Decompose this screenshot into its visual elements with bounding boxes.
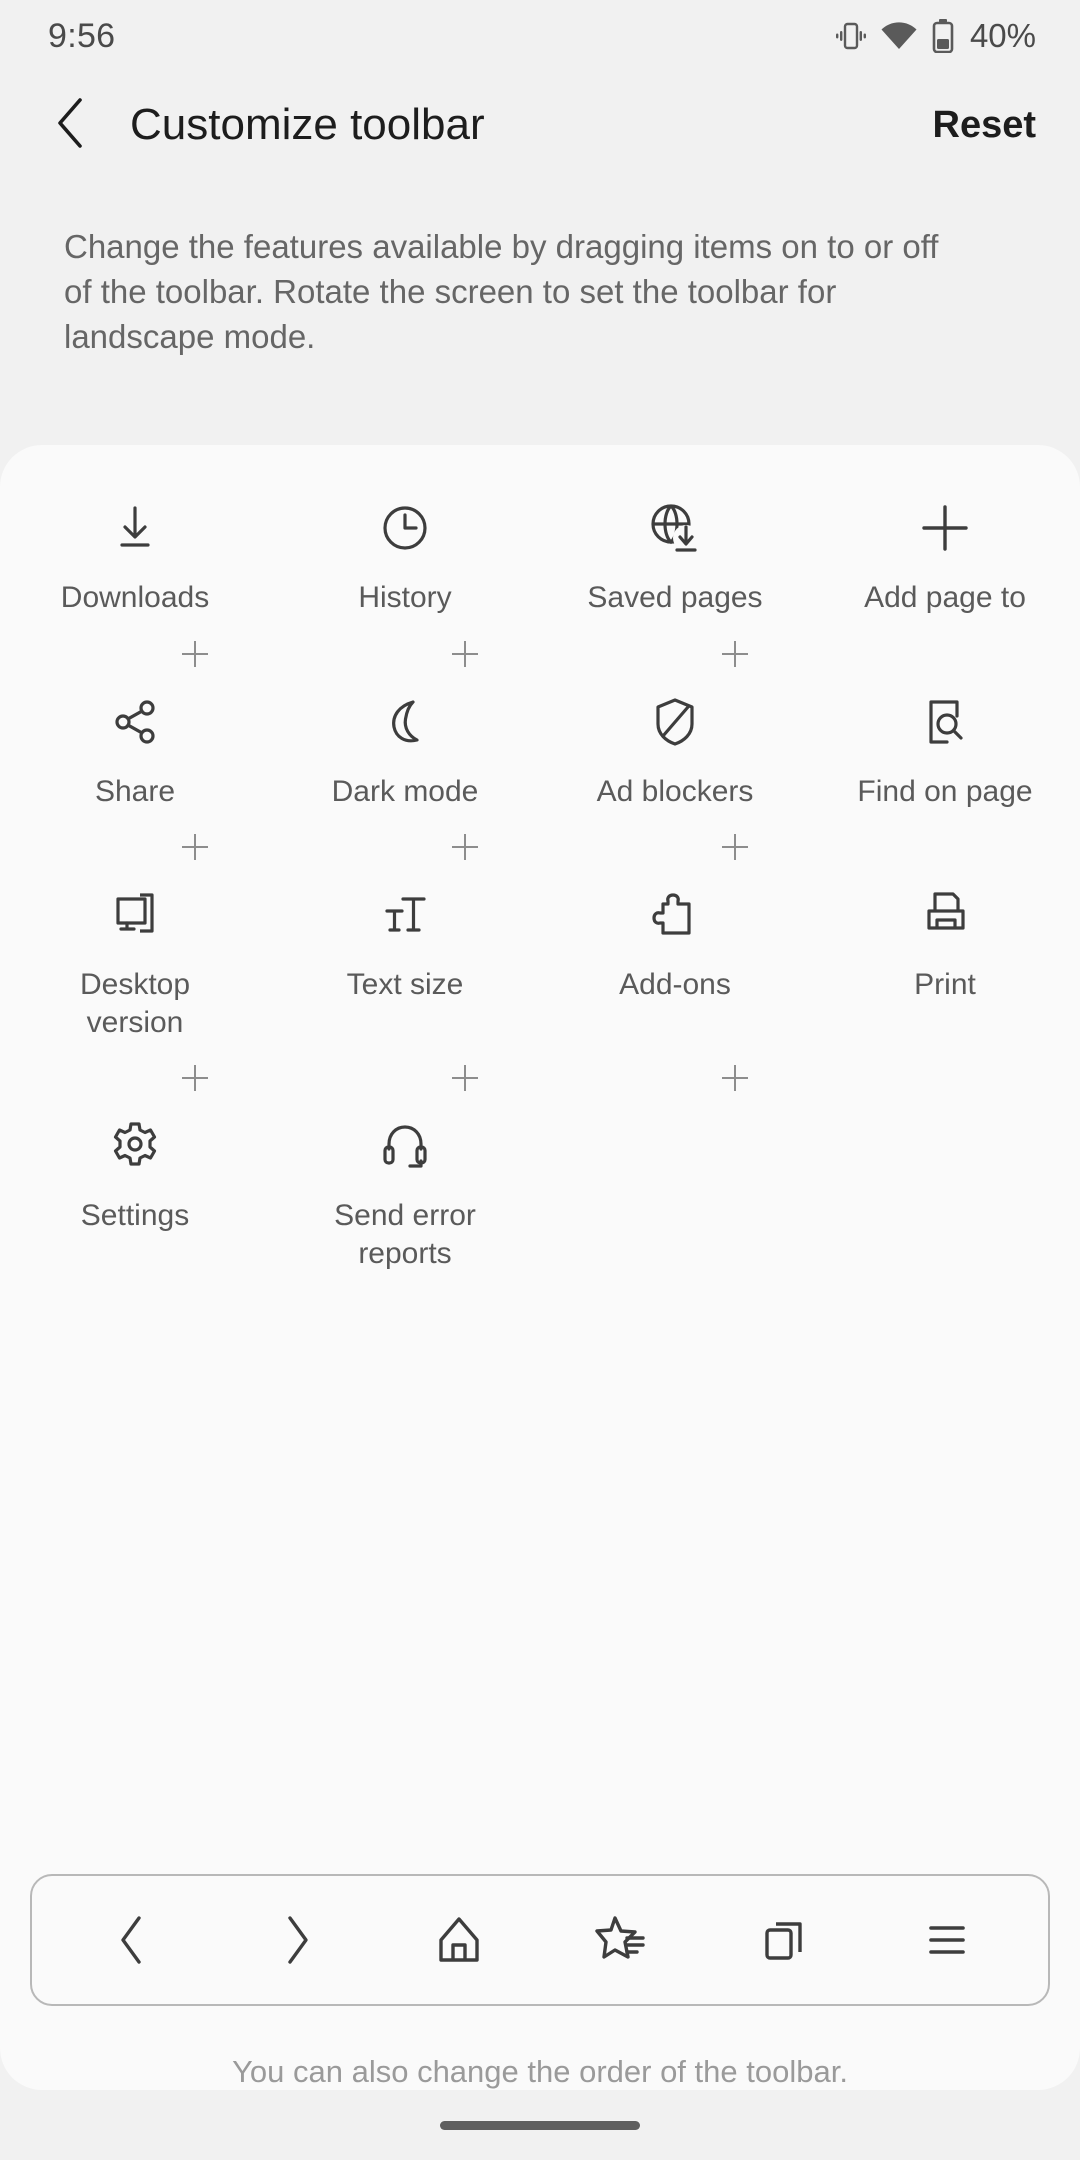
back-button[interactable]: [36, 89, 108, 161]
feature-item-dark-mode[interactable]: Dark mode: [270, 691, 540, 811]
feature-label: Share: [94, 774, 176, 808]
feature-item-history[interactable]: History: [270, 497, 540, 617]
feature-item-settings[interactable]: Settings: [0, 1115, 270, 1235]
feature-label: Downloads: [60, 581, 210, 614]
gear-icon: [107, 1115, 163, 1177]
download-icon: [107, 497, 163, 559]
hamburger-menu-icon: [921, 1912, 973, 1968]
toolbar-item-forward[interactable]: [236, 1885, 356, 1995]
toolbar-item-home[interactable]: [399, 1885, 519, 1995]
feature-item-ad-blockers[interactable]: Ad blockers: [540, 691, 810, 811]
tabs-icon: [758, 1912, 810, 1968]
feature-label: Desktop version: [79, 968, 191, 1039]
feature-row: Desktop version Text size Add-ons Print: [0, 884, 1080, 1041]
home-gesture-pill[interactable]: [440, 2120, 640, 2130]
feature-label: Find on page: [857, 774, 1033, 808]
feature-grid: Downloads History Saved pages Add page t…: [0, 445, 1080, 1272]
feature-item-add-page-to[interactable]: Add page to: [810, 497, 1080, 617]
toolbar-preview-section: You can also change the order of the too…: [0, 1874, 1080, 2090]
feature-label: Saved pages: [587, 581, 763, 614]
page-search-icon: [917, 691, 973, 753]
toolbar-item-menu[interactable]: [887, 1885, 1007, 1995]
drop-target-row: [0, 617, 1080, 691]
feature-label: Dark mode: [331, 774, 479, 808]
chevron-right-icon: [274, 1912, 318, 1968]
plus-icon: [917, 497, 973, 559]
battery-percent: 40%: [969, 17, 1036, 54]
feature-row: Settings Send error reports: [0, 1115, 1080, 1272]
app-bar: Customize toolbar Reset: [0, 72, 1080, 178]
drop-target[interactable]: [270, 834, 540, 860]
plus-marker-icon: [182, 640, 208, 667]
description-text: Change the features available by draggin…: [64, 228, 939, 356]
chevron-left-icon: [111, 1912, 155, 1968]
printer-icon: [917, 884, 973, 946]
drop-target[interactable]: [0, 834, 270, 860]
globe-download-icon: [646, 497, 704, 559]
feature-item-find-on-page[interactable]: Find on page: [810, 691, 1080, 811]
toolbar-item-tabs[interactable]: [724, 1885, 844, 1995]
plus-marker-icon: [452, 640, 478, 667]
status-bar: 9:56 40%: [0, 0, 1080, 72]
feature-label: Add page to: [864, 581, 1026, 614]
drop-target[interactable]: [540, 640, 810, 667]
footer-note: You can also change the order of the too…: [232, 2054, 848, 2089]
drop-target[interactable]: [540, 834, 810, 860]
plus-marker-icon: [182, 834, 208, 860]
page-title: Customize toolbar: [130, 100, 485, 149]
feature-item-saved-pages[interactable]: Saved pages: [540, 497, 810, 617]
drop-target[interactable]: [0, 1065, 270, 1091]
battery-icon: [932, 19, 954, 53]
feature-label: Ad blockers: [596, 774, 754, 808]
vibrate-icon: [835, 19, 866, 53]
plus-marker-icon: [722, 1065, 748, 1091]
bookmark-star-icon: [593, 1912, 649, 1968]
headset-icon: [377, 1115, 433, 1177]
drop-target[interactable]: [0, 640, 270, 667]
wifi-icon: [880, 21, 918, 51]
text-size-icon: [377, 884, 433, 946]
puzzle-icon: [647, 884, 703, 946]
clock-icon: [377, 497, 433, 559]
feature-item-downloads[interactable]: Downloads: [0, 497, 270, 617]
share-icon: [107, 691, 163, 753]
plus-marker-icon: [182, 1065, 208, 1091]
feature-label: Add-ons: [619, 968, 731, 1001]
drop-target[interactable]: [270, 1065, 540, 1091]
drop-target[interactable]: [540, 1065, 810, 1091]
drop-target[interactable]: [270, 640, 540, 667]
feature-item-share[interactable]: Share: [0, 691, 270, 811]
plus-marker-icon: [452, 834, 478, 860]
reset-button[interactable]: Reset: [929, 94, 1041, 157]
feature-label: Print: [914, 968, 976, 1001]
drop-target-row: [0, 810, 1080, 884]
plus-marker-icon: [722, 834, 748, 860]
feature-label: Send error reports: [334, 1199, 476, 1270]
feature-item-add-ons[interactable]: Add-ons: [540, 884, 810, 1004]
status-indicators: 40%: [835, 17, 1036, 55]
feature-item-print[interactable]: Print: [810, 884, 1080, 1004]
desktop-icon: [107, 884, 163, 946]
feature-label: History: [358, 581, 452, 614]
toolbar-item-back[interactable]: [73, 1885, 193, 1995]
feature-label: Text size: [346, 968, 464, 1001]
feature-label: Settings: [80, 1199, 190, 1232]
plus-marker-icon: [722, 640, 748, 667]
feature-item-desktop-version[interactable]: Desktop version: [0, 884, 270, 1041]
moon-icon: [377, 691, 433, 753]
feature-item-send-error-reports[interactable]: Send error reports: [270, 1115, 540, 1272]
toolbar-preview[interactable]: [30, 1874, 1050, 2006]
toolbar-item-bookmarks[interactable]: [561, 1885, 681, 1995]
home-icon: [433, 1912, 485, 1968]
chevron-left-icon: [52, 96, 92, 155]
drop-target-row: [0, 1041, 1080, 1115]
shield-icon: [647, 691, 703, 753]
plus-marker-icon: [452, 1065, 478, 1091]
status-time: 9:56: [48, 16, 116, 55]
feature-row: Share Dark mode Ad blockers Find on page: [0, 691, 1080, 811]
customize-card: Downloads History Saved pages Add page t…: [0, 445, 1080, 2090]
feature-row: Downloads History Saved pages Add page t…: [0, 497, 1080, 617]
feature-item-text-size[interactable]: Text size: [270, 884, 540, 1004]
gesture-navigation-bar: [0, 2090, 1080, 2160]
